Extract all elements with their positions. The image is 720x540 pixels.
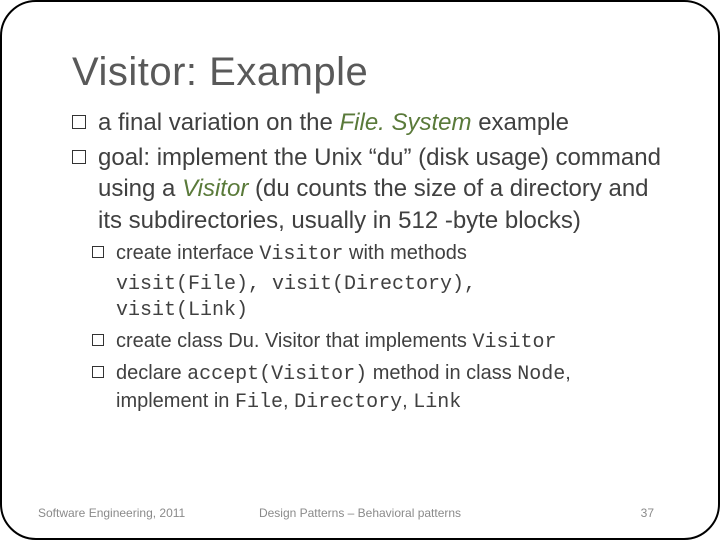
bullet-sub-3: declare accept(Visitor) method in class … — [92, 360, 668, 416]
code-line: visit(Link) — [116, 298, 668, 324]
bullet-square-icon — [72, 115, 86, 129]
bullet-square-icon — [92, 366, 104, 378]
text: method in class — [367, 362, 517, 384]
bullet-sub-2: create class Du. Visitor that implements… — [92, 328, 668, 356]
text-italic: Visitor — [182, 175, 248, 202]
text: create interface — [116, 242, 259, 264]
footer-page-number: 37 — [641, 506, 654, 520]
text-mono: Link — [413, 391, 461, 414]
text-mono: File — [235, 391, 283, 414]
text: create class Du. Visitor that implements — [116, 330, 472, 352]
text-mono: Visitor — [259, 243, 343, 266]
text-mono: accept(Visitor) — [187, 363, 367, 386]
bullet-main-1: a final variation on the File. System ex… — [72, 107, 668, 138]
bullet-main-2: goal: implement the Unix “du” (disk usag… — [72, 142, 668, 236]
text: , — [283, 390, 294, 412]
text: a final variation on the — [98, 109, 340, 136]
slide-frame: Visitor: Example a final variation on th… — [0, 0, 720, 540]
bullet-sub-1: create interface Visitor with methods — [92, 240, 668, 268]
bullet-square-icon — [72, 150, 86, 164]
text-mono: Directory — [294, 391, 402, 414]
text-mono: Visitor — [472, 331, 556, 354]
bullet-square-icon — [92, 334, 104, 346]
footer-center: Design Patterns – Behavioral patterns — [2, 506, 718, 520]
bullet-square-icon — [92, 246, 104, 258]
text: example — [472, 109, 569, 136]
text: declare — [116, 362, 187, 384]
text-mono: Node — [517, 363, 565, 386]
text: with methods — [343, 242, 466, 264]
code-line: visit(File), visit(Directory), — [116, 272, 668, 298]
slide-title: Visitor: Example — [72, 50, 668, 95]
slide-content: a final variation on the File. System ex… — [72, 107, 668, 416]
text-italic: File. System — [340, 109, 472, 136]
text: , — [402, 390, 413, 412]
